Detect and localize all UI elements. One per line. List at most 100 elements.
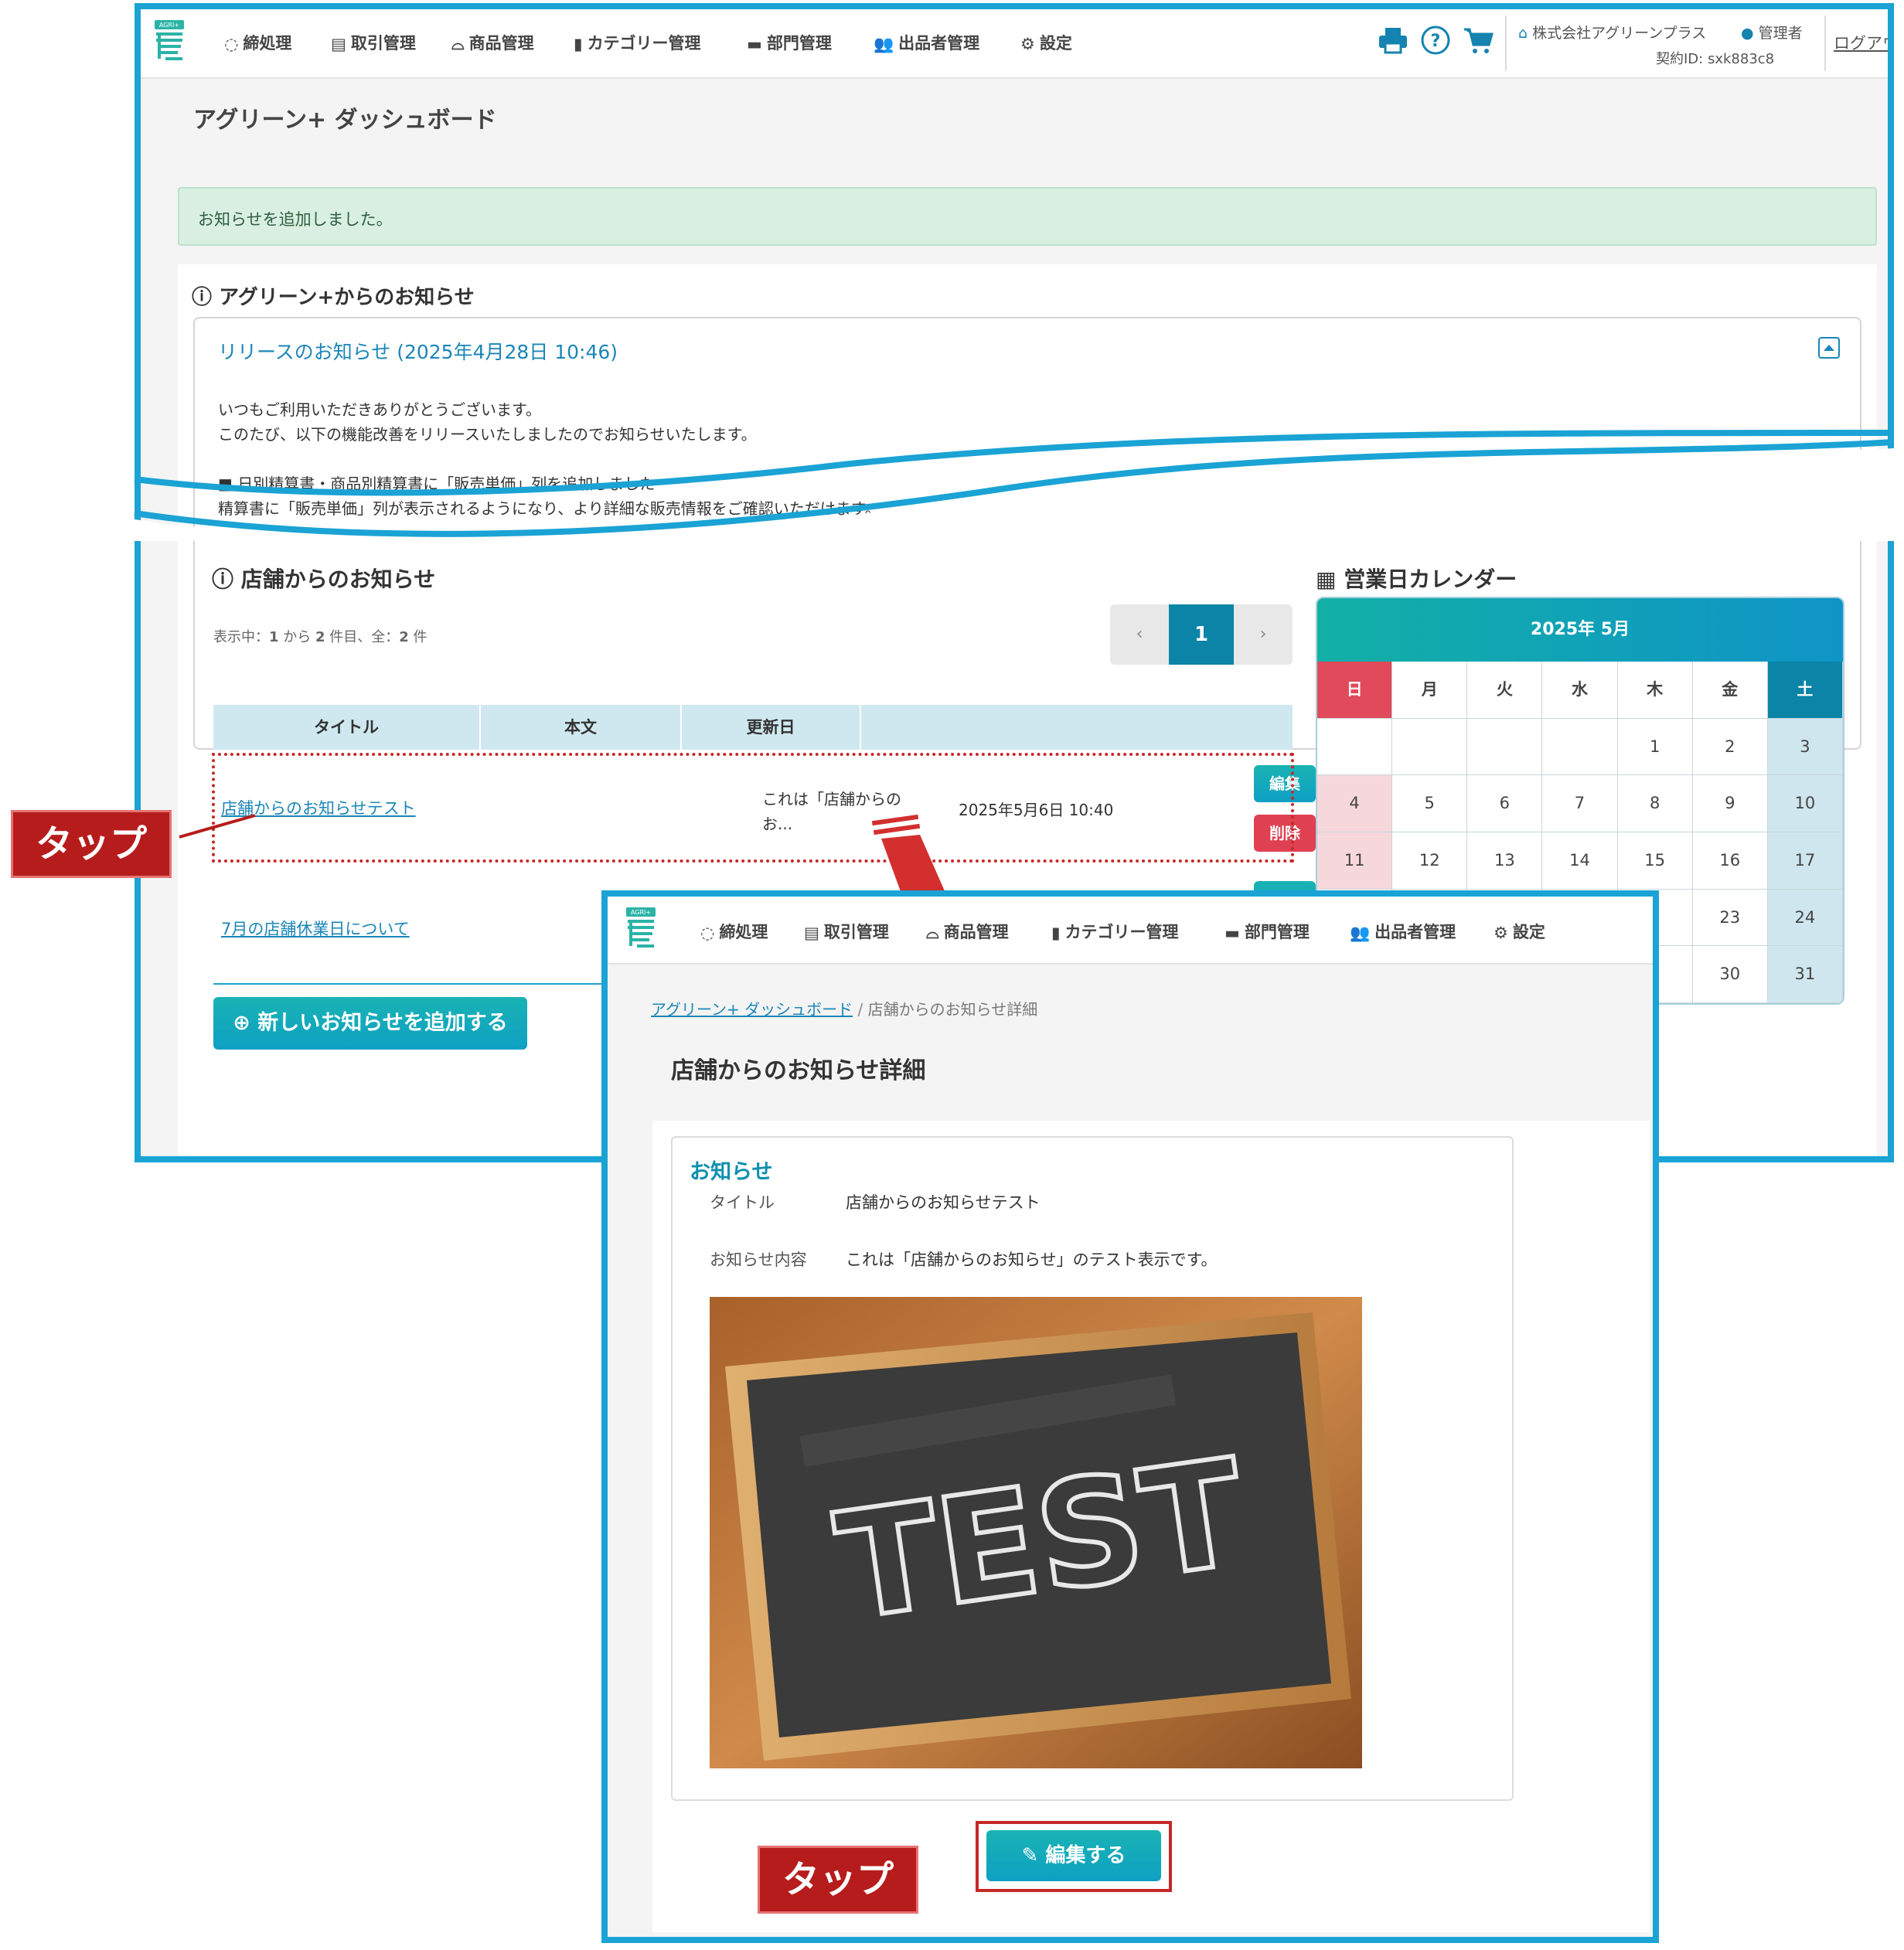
nav-settings[interactable]: ⚙ 設定 <box>1494 920 1545 943</box>
calendar-day[interactable]: 12 <box>1392 832 1468 890</box>
col-date: 更新日 <box>682 705 861 750</box>
table-header: タイトル 本文 更新日 <box>213 705 1293 750</box>
calendar-day[interactable]: 13 <box>1467 832 1543 890</box>
col-body: 本文 <box>481 705 682 750</box>
calendar-day[interactable]: 31 <box>1767 946 1843 1003</box>
content-value: これは「店舗からのお知らせ」のテスト表示です。 <box>846 1251 1218 1269</box>
agreen-logo[interactable]: AGRI+ <box>622 906 660 952</box>
company-name: ⌂ 株式会社アグリーンプラス <box>1518 25 1707 42</box>
document-icon: ▤ <box>331 35 346 53</box>
calendar-day[interactable]: 4 <box>1317 775 1393 832</box>
nav-shohin[interactable]: ⌓ 商品管理 <box>926 920 1009 943</box>
calendar-heading: ▦ 営業日カレンダー <box>1316 567 1517 592</box>
calendar-day[interactable]: 24 <box>1767 889 1843 947</box>
tap-annotation-1: タップ <box>11 810 172 878</box>
top-navbar: AGRI+ ◌ 締処理 ▤ 取引管理 ⌓ 商品管理 ▮ カテゴリー管理 ▬ 部門管理 👥 出… <box>141 9 1888 79</box>
bottom-navbar: AGRI+ ◌ 締処理 ▤ 取引管理 ⌓ 商品管理 ▮ カテゴリー管理 ▬ 部門管理 👥 出… <box>608 897 1653 965</box>
edit-notice-button[interactable]: ✎ 編集する <box>986 1830 1161 1881</box>
users-icon: 👥 <box>874 34 894 53</box>
notice-card: お知らせ タイトル 店舗からのお知らせテスト お知らせ内容 これは「店舗からのお… <box>671 1136 1514 1801</box>
breadcrumb-link[interactable]: アグリーン+ ダッシュボード <box>651 1000 853 1019</box>
svg-text:?: ? <box>1431 32 1441 51</box>
agreen-notice-line4: 精算書に「販売単価」列が表示されるようになり、より詳細な販売情報をご確認いただけ… <box>218 499 880 518</box>
agreen-notice-title[interactable]: リリースのお知らせ (2025年4月28日 10:46) <box>218 337 618 365</box>
breadcrumb-separator: / <box>857 1000 863 1019</box>
gear-icon: ⚙ <box>1494 924 1508 942</box>
printer-icon[interactable] <box>1378 25 1408 56</box>
agreen-notice-heading: ⓘ アグリーン+からのお知らせ <box>192 286 475 309</box>
nav-category[interactable]: ▮ カテゴリー管理 <box>574 31 701 54</box>
calendar-weekday: 火 <box>1467 662 1543 719</box>
user-role: ● 管理者 <box>1741 25 1803 42</box>
calendar-day[interactable] <box>1392 718 1468 776</box>
calendar-day[interactable]: 2 <box>1692 718 1768 776</box>
info-icon: ⓘ <box>212 567 234 592</box>
content-label: お知らせ内容 <box>710 1251 807 1269</box>
calendar-day[interactable]: 7 <box>1542 775 1618 832</box>
page-title: 店舗からのお知らせ詳細 <box>671 1057 926 1084</box>
nav-settings[interactable]: ⚙ 設定 <box>1020 31 1072 54</box>
calendar-day[interactable]: 5 <box>1392 775 1468 832</box>
cart-icon[interactable] <box>1463 25 1494 56</box>
calendar-day[interactable]: 16 <box>1692 832 1768 890</box>
check-circle-icon: ◌ <box>700 924 715 942</box>
flash-message: お知らせを追加しました。 <box>178 187 1877 246</box>
nav-bumon[interactable]: ▬ 部門管理 <box>1224 920 1310 943</box>
users-icon: 👥 <box>1350 923 1371 942</box>
nav-torihiki[interactable]: ▤ 取引管理 <box>804 920 889 943</box>
agreen-logo[interactable]: AGRI+ <box>150 19 189 65</box>
detail-screenshot: AGRI+ ◌ 締処理 ▤ 取引管理 ⌓ 商品管理 ▮ カテゴリー管理 ▬ 部門管理 👥 出… <box>601 890 1659 1943</box>
page-title: アグリーン+ ダッシュボード <box>193 107 497 134</box>
pager-prev[interactable]: ‹ <box>1110 604 1169 665</box>
calendar-icon: ▦ <box>1316 567 1337 592</box>
pager-next[interactable]: › <box>1234 604 1293 665</box>
calendar-day[interactable]: 14 <box>1542 832 1618 890</box>
pager-current[interactable]: 1 <box>1169 604 1234 665</box>
contract-id: 契約ID: sxk883c8 <box>1656 51 1775 67</box>
card-title: お知らせ <box>690 1160 773 1184</box>
notice-title-link[interactable]: 7月の店舗休業日について <box>221 917 410 940</box>
calendar-weekday: 土 <box>1767 662 1843 719</box>
user-icon: ● <box>1741 25 1754 42</box>
calendar-weekday: 月 <box>1392 662 1468 719</box>
store-icon: ⌂ <box>1518 25 1528 42</box>
calendar-weekday: 水 <box>1542 662 1618 719</box>
calendar-day[interactable]: 23 <box>1692 889 1768 947</box>
nav-category[interactable]: ▮ カテゴリー管理 <box>1051 920 1179 943</box>
tap-highlight-row <box>212 753 1294 863</box>
calendar-day[interactable] <box>1317 718 1393 776</box>
svg-text:AGRI+: AGRI+ <box>631 909 651 916</box>
calendar-day[interactable]: 3 <box>1767 718 1843 776</box>
folder-icon: ▬ <box>1224 924 1240 942</box>
nav-seller[interactable]: 👥 出品者管理 <box>1350 920 1456 943</box>
logout-link[interactable]: ログアウ <box>1834 31 1888 54</box>
svg-text:AGRI+: AGRI+ <box>159 22 179 29</box>
calendar-day[interactable] <box>1542 718 1618 776</box>
navbar-divider-2 <box>1824 15 1826 71</box>
title-value: 店舗からのお知らせテスト <box>846 1193 1041 1212</box>
collapse-icon[interactable] <box>1818 337 1840 359</box>
nav-shime[interactable]: ◌ 締処理 <box>224 31 291 54</box>
nav-shohin[interactable]: ⌓ 商品管理 <box>451 31 534 54</box>
calendar-day[interactable]: 9 <box>1692 775 1768 832</box>
plus-circle-icon: ⊕ <box>233 1011 250 1035</box>
calendar-day[interactable]: 6 <box>1467 775 1543 832</box>
nav-shime[interactable]: ◌ 締処理 <box>700 920 768 943</box>
nav-torihiki[interactable]: ▤ 取引管理 <box>331 31 416 54</box>
breadcrumb-current: 店舗からのお知らせ詳細 <box>867 1000 1038 1019</box>
calendar-day[interactable]: 15 <box>1617 832 1693 890</box>
nav-seller[interactable]: 👥 出品者管理 <box>874 31 979 54</box>
calendar-day[interactable]: 8 <box>1617 775 1693 832</box>
basket-icon: ⌓ <box>926 923 939 942</box>
help-icon[interactable]: ? <box>1420 25 1451 56</box>
calendar-day[interactable]: 11 <box>1317 832 1393 890</box>
calendar-day[interactable]: 1 <box>1617 718 1693 776</box>
calendar-day[interactable] <box>1467 718 1543 776</box>
nav-bumon[interactable]: ▬ 部門管理 <box>747 31 832 54</box>
add-notice-button[interactable]: ⊕ 新しいお知らせを追加する <box>213 997 527 1050</box>
calendar-day[interactable]: 17 <box>1767 832 1843 890</box>
bookmark-icon: ▮ <box>574 35 583 53</box>
title-label: タイトル <box>710 1193 775 1212</box>
calendar-day[interactable]: 30 <box>1692 946 1768 1003</box>
calendar-day[interactable]: 10 <box>1767 775 1843 832</box>
